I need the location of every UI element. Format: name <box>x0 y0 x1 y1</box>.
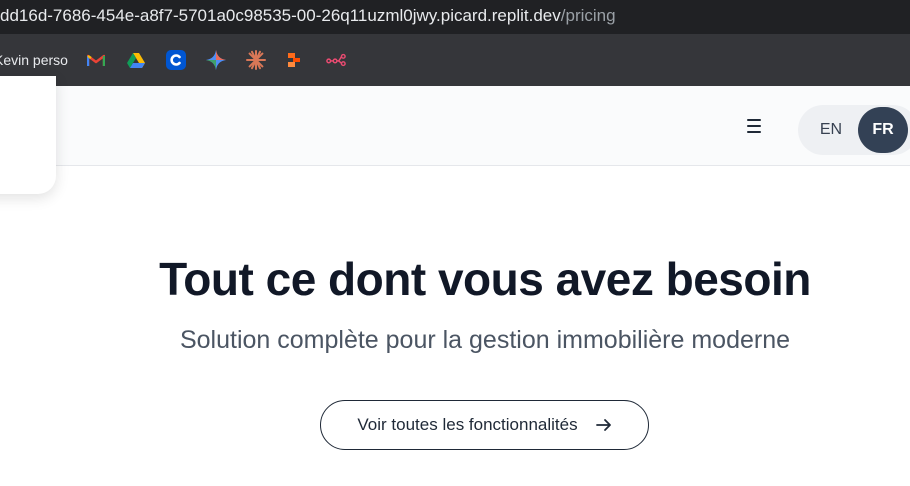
hero-subtitle: Solution complète pour la gestion immobi… <box>179 326 791 354</box>
bookmarks-bar: Kevin perso <box>0 34 910 86</box>
google-drive-icon[interactable] <box>126 50 146 70</box>
hero-title: Tout ce dont vous avez besoin <box>159 253 811 305</box>
hamburger-icon[interactable] <box>740 114 768 138</box>
page: EN FR Tout ce dont vous avez besoin Solu… <box>0 76 910 486</box>
top-navigation: EN FR <box>0 86 910 166</box>
claude-icon[interactable] <box>245 50 266 70</box>
bookmark-folder[interactable]: Kevin perso <box>0 52 68 68</box>
url-host: dd16d-7686-454e-a8f7-5701a0c98535-00-26q… <box>0 6 561 25</box>
url-path: /pricing <box>560 6 616 25</box>
view-features-button[interactable]: Voir toutes les fonctionnalités <box>320 400 649 450</box>
language-option-en[interactable]: EN <box>806 107 856 153</box>
coursera-icon[interactable] <box>165 50 186 70</box>
gemini-icon[interactable] <box>205 50 226 70</box>
n8n-icon[interactable] <box>326 50 346 70</box>
language-switcher: EN FR <box>798 105 910 155</box>
view-features-label: Voir toutes les fonctionnalités <box>357 415 578 434</box>
make-icon[interactable] <box>286 50 306 70</box>
logo-card[interactable] <box>0 76 56 194</box>
gmail-icon[interactable] <box>86 50 106 70</box>
language-option-fr[interactable]: FR <box>858 107 908 153</box>
arrow-right-icon <box>595 418 612 432</box>
address-bar[interactable]: dd16d-7686-454e-a8f7-5701a0c98535-00-26q… <box>0 0 910 34</box>
